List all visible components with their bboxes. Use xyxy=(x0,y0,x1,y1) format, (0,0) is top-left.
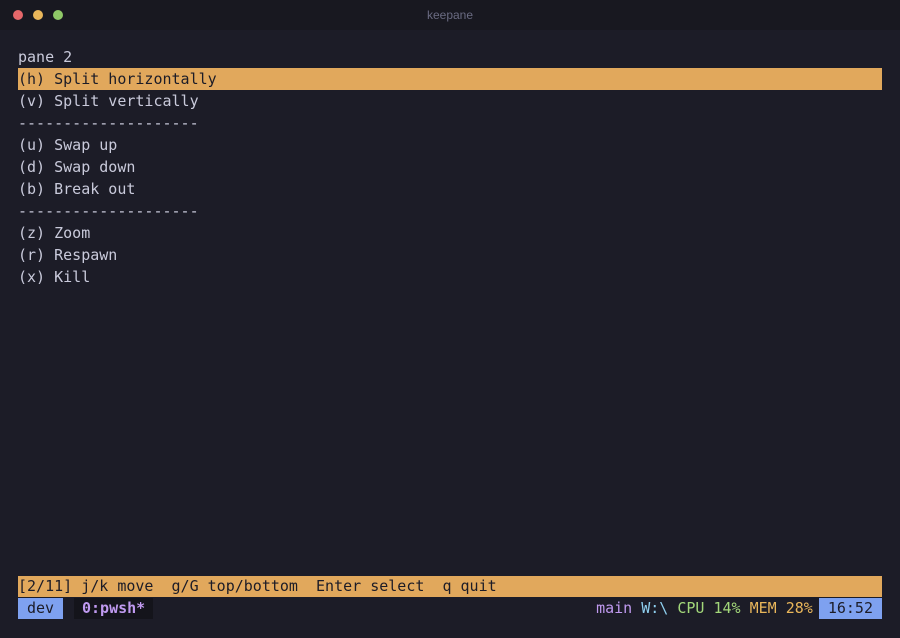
window-title: keepane xyxy=(426,8,474,22)
help-bar: [2/11] j/k move g/G top/bottom Enter sel… xyxy=(18,576,882,597)
menu-item-swap-down[interactable]: (d) Swap down xyxy=(18,156,882,178)
menu-item-zoom[interactable]: (z) Zoom xyxy=(18,222,882,244)
menu-separator: -------------------- xyxy=(18,114,199,132)
session-name[interactable]: dev xyxy=(18,598,64,619)
menu-item-respawn[interactable]: (r) Respawn xyxy=(18,244,882,266)
menu-item-split-horizontally[interactable]: (h) Split horizontally xyxy=(18,68,882,90)
menu-item-break-out[interactable]: (b) Break out xyxy=(18,178,882,200)
cpu-usage: CPU 14% xyxy=(677,599,741,617)
terminal-window: keepane pane 2 (h) Split horizontally (v… xyxy=(0,0,900,638)
window-tab[interactable]: 0:pwsh* xyxy=(74,598,154,619)
pane-menu: pane 2 (h) Split horizontally (v) Split … xyxy=(18,46,882,288)
git-branch: main xyxy=(596,599,633,617)
menu-item-kill[interactable]: (x) Kill xyxy=(18,266,882,288)
clock: 16:52 xyxy=(818,598,882,619)
menu-header: pane 2 xyxy=(18,48,73,66)
status-right: main W:\ CPU 14% MEM 28% 16:52 xyxy=(596,597,882,620)
memory-usage: MEM 28% xyxy=(749,599,813,617)
current-path: W:\ xyxy=(641,599,669,617)
status-bar: dev 0:pwsh* main W:\ CPU 14% MEM 28% 16:5… xyxy=(18,597,882,620)
menu-item-split-vertically[interactable]: (v) Split vertically xyxy=(18,90,882,112)
menu-item-swap-up[interactable]: (u) Swap up xyxy=(18,134,882,156)
menu-separator: -------------------- xyxy=(18,202,199,220)
title-bar: keepane xyxy=(0,0,900,30)
